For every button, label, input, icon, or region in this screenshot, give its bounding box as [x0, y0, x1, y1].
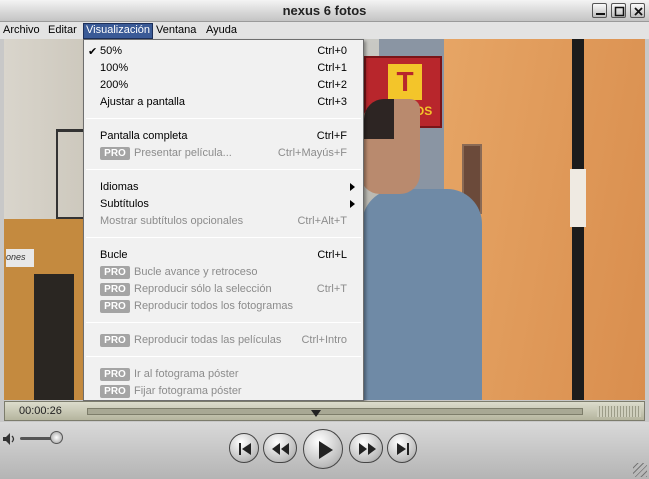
menu-item-label: Reproducir sólo la selección — [134, 283, 272, 295]
menu-item-label: Pantalla completa — [100, 130, 188, 142]
submenu-arrow-icon — [350, 183, 355, 191]
menu-item-label: Fijar fotograma póster — [134, 385, 242, 397]
checkmark-icon: ✔ — [88, 46, 98, 58]
menu-item-label: Ajustar a pantalla — [100, 96, 185, 108]
skip-to-end-icon — [397, 443, 409, 455]
menu-item[interactable]: 100% Ctrl+1 — [84, 60, 363, 77]
menu-item[interactable]: Bucle Ctrl+L — [84, 247, 363, 264]
menu-item-shortcut: Ctrl+Alt+T — [297, 215, 347, 227]
play-icon — [319, 441, 333, 459]
person-jacket — [362, 189, 482, 400]
person-hair — [364, 99, 394, 139]
view-menu-dropdown: ✔ 50% Ctrl+0 100% Ctrl+1 200% Ctrl+2 Ajustar a … — [83, 39, 364, 401]
menu-item: PRO Reproducir todas las películas Ctrl+In… — [84, 332, 363, 349]
menu-item-label: Ir al fotograma póster — [134, 368, 239, 380]
resize-grip[interactable] — [633, 463, 647, 477]
menu-editar[interactable]: Editar — [46, 24, 79, 38]
menu-separator — [86, 237, 361, 238]
menu-item-shortcut: Ctrl+0 — [317, 45, 347, 57]
menu-archivo[interactable]: Archivo — [1, 24, 42, 38]
menu-item[interactable]: Ajustar a pantalla Ctrl+3 — [84, 94, 363, 111]
submenu-arrow-icon — [350, 200, 355, 208]
pro-badge: PRO — [100, 300, 130, 313]
menu-item-shortcut: Ctrl+Mayús+F — [277, 147, 347, 159]
menu-item-label: 50% — [100, 45, 123, 57]
menu-item-label: Bucle — [100, 249, 128, 261]
tabacos-sign-letter: T — [388, 64, 422, 100]
menu-item: PRO Reproducir sólo la selección Ctrl+T — [84, 281, 363, 298]
menu-item-label: Idiomas — [100, 181, 139, 193]
menu-item-label: Subtítulos — [100, 198, 149, 210]
timeline-grip — [597, 406, 641, 417]
menu-item: PRO Reproducir todos los fotogramas — [84, 298, 363, 315]
close-button[interactable] — [630, 3, 645, 18]
rewind-icon — [272, 443, 289, 455]
playback-controls — [0, 422, 649, 479]
menu-item-shortcut: Ctrl+F — [316, 130, 347, 142]
rewind-button[interactable] — [263, 433, 297, 463]
speaker-icon — [3, 433, 15, 445]
pro-badge: PRO — [100, 147, 130, 160]
menu-item[interactable]: Idiomas — [84, 179, 363, 196]
pipe-band — [570, 169, 586, 227]
menu-separator — [86, 322, 361, 323]
window-title: nexus 6 fotos — [282, 3, 367, 18]
menu-item: PRO Ir al fotograma póster — [84, 366, 363, 383]
pro-badge: PRO — [100, 385, 130, 398]
menu-item: PRO Presentar película... Ctrl+Mayús+F — [84, 145, 363, 162]
menu-item-shortcut: Ctrl+2 — [317, 79, 347, 91]
menu-item-label: Presentar película... — [134, 147, 232, 159]
timeline-track[interactable] — [87, 408, 583, 417]
menu-ayuda[interactable]: Ayuda — [204, 24, 239, 38]
menu-item-label: Mostrar subtítulos opcionales — [100, 215, 244, 227]
current-time: 00:00:26 — [19, 405, 62, 417]
menu-item: PRO Bucle avance y retroceso — [84, 264, 363, 281]
menu-item[interactable]: ✔ 50% Ctrl+0 — [84, 43, 363, 60]
minimize-icon — [596, 13, 605, 15]
street-sign: ones — [6, 249, 34, 267]
fast-forward-icon — [359, 443, 376, 455]
minimize-button[interactable] — [592, 3, 607, 18]
fast-forward-button[interactable] — [349, 433, 383, 463]
go-to-end-button[interactable] — [387, 433, 417, 463]
menu-item: PRO Fijar fotograma póster — [84, 383, 363, 400]
pro-badge: PRO — [100, 334, 130, 347]
menu-separator — [86, 118, 361, 119]
maximize-button[interactable] — [611, 3, 626, 18]
close-icon — [634, 7, 643, 16]
maximize-icon — [614, 6, 625, 17]
menu-item[interactable]: Subtítulos — [84, 196, 363, 213]
menu-item-shortcut: Ctrl+3 — [317, 96, 347, 108]
go-to-start-button[interactable] — [229, 433, 259, 463]
menu-item-shortcut: Ctrl+T — [316, 283, 347, 295]
menu-item-shortcut: Ctrl+1 — [317, 62, 347, 74]
playhead-marker[interactable] — [311, 410, 321, 417]
menu-item-label: Bucle avance y retroceso — [134, 266, 258, 278]
menu-item: Mostrar subtítulos opcionales Ctrl+Alt+T — [84, 213, 363, 230]
menu-item-label: 200% — [100, 79, 129, 91]
menu-item-shortcut: Ctrl+L — [317, 249, 347, 261]
balcony — [56, 129, 86, 219]
menu-ventana[interactable]: Ventana — [154, 24, 198, 38]
menu-item[interactable]: 200% Ctrl+2 — [84, 77, 363, 94]
play-button[interactable] — [303, 429, 343, 469]
menu-visualizacion[interactable]: Visualización — [83, 23, 154, 39]
volume-slider-knob[interactable] — [50, 431, 63, 444]
menu-bar: Archivo Editar Visualización Ventana Ayu… — [0, 22, 649, 39]
time-bar: 00:00:26 — [4, 401, 645, 421]
menu-item[interactable]: Pantalla completa Ctrl+F — [84, 128, 363, 145]
skip-to-start-icon — [239, 443, 251, 455]
pro-badge: PRO — [100, 283, 130, 296]
menu-separator — [86, 169, 361, 170]
pro-badge: PRO — [100, 368, 130, 381]
menu-separator — [86, 356, 361, 357]
menu-item-label: 100% — [100, 62, 129, 74]
menu-item-label: Reproducir todos los fotogramas — [134, 300, 293, 312]
doorway — [34, 274, 74, 400]
title-bar: nexus 6 fotos — [0, 0, 649, 22]
menu-item-label: Reproducir todas las películas — [134, 334, 282, 346]
pro-badge: PRO — [100, 266, 130, 279]
menu-item-shortcut: Ctrl+Intro — [301, 334, 347, 346]
